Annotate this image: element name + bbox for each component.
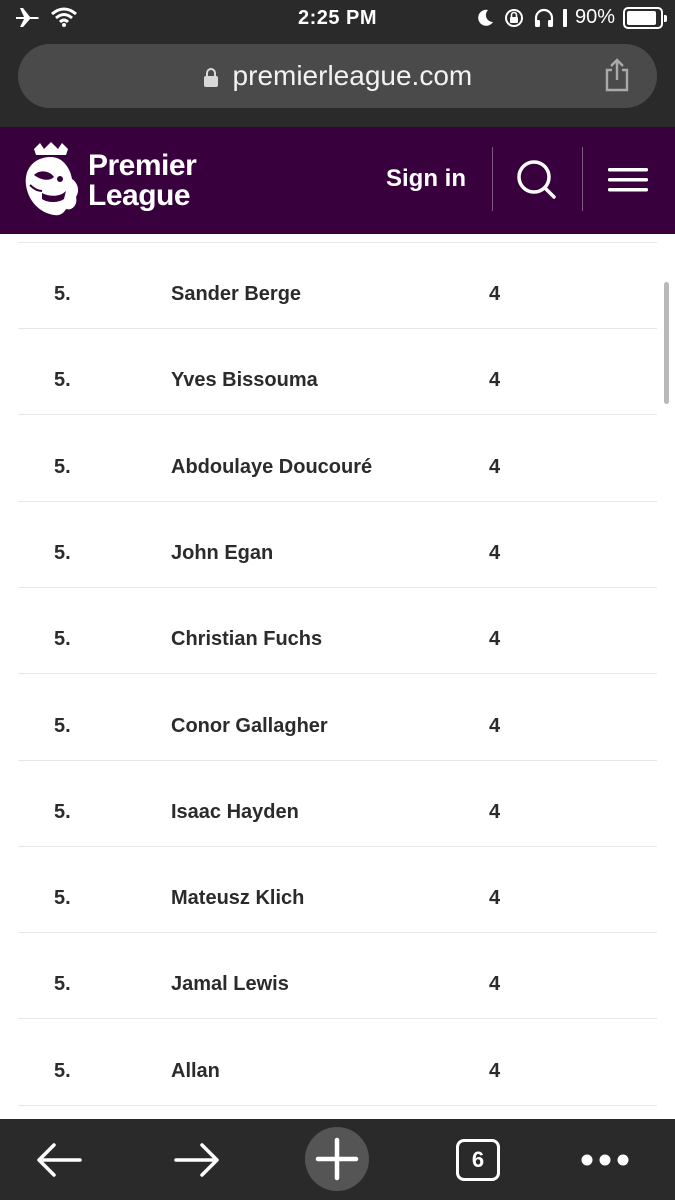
- sign-in-link[interactable]: Sign in: [386, 165, 466, 193]
- player-rank: 5.: [54, 714, 71, 737]
- player-rank: 5.: [54, 541, 71, 564]
- player-rank: 5.: [54, 800, 71, 823]
- scrollbar[interactable]: [664, 282, 669, 404]
- lock-icon: [203, 67, 218, 87]
- stat-value: 4: [489, 714, 501, 737]
- signal-bar-icon: [562, 8, 567, 27]
- table-row: 5. Yves Bissouma 4: [18, 329, 657, 416]
- player-name[interactable]: Conor Gallagher: [171, 715, 328, 738]
- url-text: premierleague.com: [232, 60, 473, 91]
- stats-table: 5. Sander Berge 4 5. Yves Bissouma 4 5. Abdoula…: [18, 234, 657, 1119]
- player-rank: 5.: [54, 369, 71, 392]
- headphones-icon: [534, 8, 554, 27]
- share-icon[interactable]: [603, 58, 631, 92]
- stat-value: 4: [489, 628, 501, 651]
- tab-switcher-button[interactable]: 6: [456, 1139, 500, 1181]
- new-tab-button[interactable]: [305, 1127, 369, 1191]
- player-name[interactable]: Yves Bissouma: [171, 369, 318, 392]
- stat-value: 4: [489, 800, 501, 823]
- address-bar[interactable]: premierleague.com: [18, 44, 657, 108]
- stat-value: 4: [489, 455, 501, 478]
- player-rank: 5.: [54, 1059, 71, 1082]
- plus-icon: [315, 1137, 359, 1181]
- table-row: 5. Abdoulaye Doucouré 4: [18, 416, 657, 502]
- stat-value: 4: [489, 887, 501, 910]
- stat-value: 4: [489, 541, 501, 564]
- player-rank: 5.: [54, 973, 71, 996]
- table-row: 5. John Egan 4: [18, 502, 657, 588]
- more-options-icon[interactable]: [580, 1153, 630, 1167]
- premier-league-lion-logo[interactable]: [20, 141, 82, 217]
- player-name[interactable]: Isaac Hayden: [171, 801, 299, 824]
- table-row: 5. Christian Fuchs 4: [18, 588, 657, 675]
- forward-arrow-icon[interactable]: [174, 1141, 220, 1179]
- player-name[interactable]: Sander Berge: [171, 283, 301, 306]
- table-row: 5. Allan 4: [18, 1020, 657, 1106]
- rotation-lock-icon: [504, 8, 523, 27]
- player-rank: 5.: [54, 455, 71, 478]
- header-divider: [582, 147, 583, 211]
- player-rank: 5.: [54, 283, 71, 305]
- player-name[interactable]: Allan: [171, 1060, 220, 1083]
- battery-icon: [623, 6, 667, 29]
- table-row: 5. Isaac Hayden 4: [18, 761, 657, 847]
- browser-toolbar: 6: [0, 1119, 675, 1200]
- player-name[interactable]: John Egan: [171, 542, 273, 565]
- stat-value: 4: [489, 283, 501, 305]
- wordmark-line2: League: [88, 179, 191, 212]
- table-row: 5. Mateusz Klich 4: [18, 847, 657, 934]
- battery-level: [627, 10, 656, 25]
- player-name[interactable]: Christian Fuchs: [171, 628, 322, 651]
- browser-chrome: 2:25 PM 90% premierleague.com: [0, 0, 675, 127]
- player-name[interactable]: Jamal Lewis: [171, 973, 289, 996]
- hamburger-menu-icon[interactable]: [608, 165, 648, 195]
- stat-value: 4: [489, 973, 501, 996]
- player-name[interactable]: Mateusz Klich: [171, 887, 304, 910]
- player-name[interactable]: Abdoulaye Doucouré: [171, 456, 372, 479]
- stat-value: 4: [489, 1059, 501, 1082]
- player-rank: 5.: [54, 628, 71, 651]
- player-rank: 5.: [54, 887, 71, 910]
- wordmark-line1: Premier: [88, 149, 197, 182]
- search-icon[interactable]: [514, 157, 558, 201]
- moon-icon: [478, 9, 493, 26]
- back-arrow-icon[interactable]: [36, 1141, 82, 1179]
- table-row: 5. Conor Gallagher 4: [18, 675, 657, 761]
- premier-league-wordmark[interactable]: Premier League: [88, 149, 197, 212]
- site-header: Premier League Sign in: [0, 127, 675, 234]
- header-divider: [492, 147, 493, 211]
- stat-value: 4: [489, 369, 501, 392]
- table-row: 5. Sander Berge 4: [18, 243, 657, 329]
- battery-percent: 90%: [574, 6, 615, 28]
- table-row: 5. Jamal Lewis 4: [18, 933, 657, 1020]
- status-bar: 2:25 PM 90%: [0, 0, 675, 40]
